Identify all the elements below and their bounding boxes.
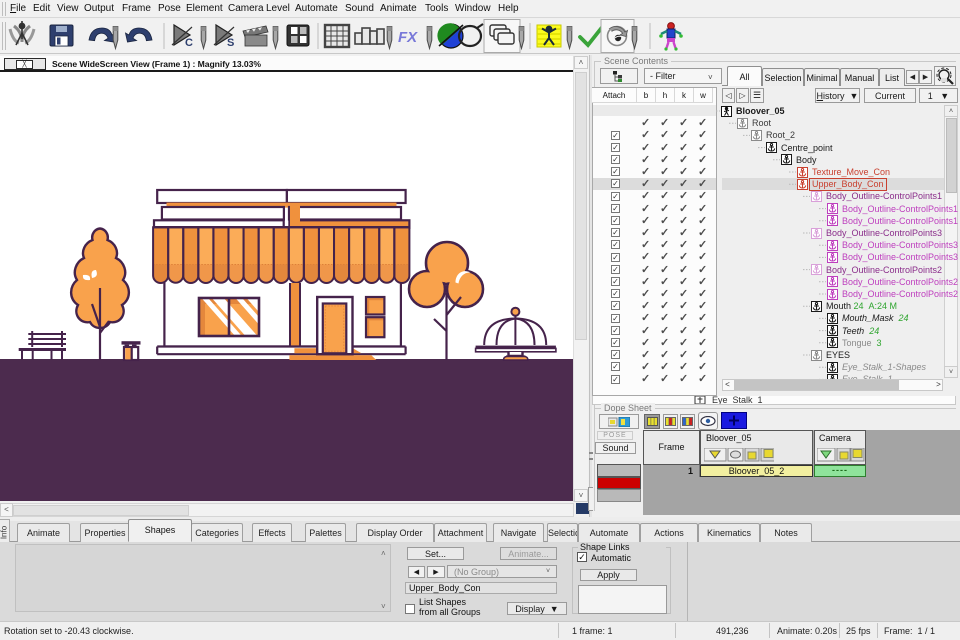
svg-text:C: C (185, 37, 193, 49)
svg-text:FX: FX (398, 29, 418, 46)
svg-text:S: S (227, 37, 234, 49)
